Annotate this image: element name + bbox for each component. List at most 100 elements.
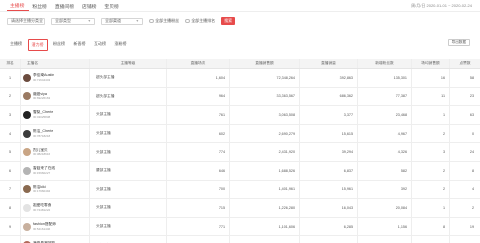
type-select[interactable]: 全部类型 ▼ xyxy=(51,17,95,25)
volume-cell: 15,961 xyxy=(300,180,358,199)
rank-cell: 3 xyxy=(0,106,21,124)
volume-cell: 6,837 xyxy=(300,161,358,180)
table-row[interactable]: 5 烈儿宝贝 ID:38218616 头部主播 774 2,431,920 39,294 4,… xyxy=(0,143,480,162)
sales-cell: 1,226,280 xyxy=(230,199,300,217)
anchor-info: 李佳琦Austin ID:71644443 xyxy=(33,73,54,82)
subtab-fans-growth[interactable]: 涨粉榜 xyxy=(112,39,130,51)
search-button[interactable]: 搜索 xyxy=(221,17,236,25)
nav-tab-anchor-rank[interactable]: 主播榜 xyxy=(7,2,30,11)
table-row[interactable]: 3 雪梨_Cherie ID:43025838 头部主播 761 3,063,508 3,3… xyxy=(0,106,480,125)
sessions-cell: 646 xyxy=(167,161,230,180)
avatar[interactable] xyxy=(23,148,31,157)
anchor-cell[interactable]: 满晶晶潮范购ID:23678381 xyxy=(21,236,90,243)
avatar[interactable] xyxy=(23,92,31,101)
category-select-value: 请选择主播分类 xyxy=(11,18,39,23)
sessions-cell: 964 xyxy=(167,87,230,106)
subtab-interaction[interactable]: 互动榜 xyxy=(91,39,109,51)
sessions-cell: 771 xyxy=(167,217,230,236)
avatar[interactable] xyxy=(23,110,31,119)
likes-cell: 24 xyxy=(469,150,474,155)
col-header-sales[interactable]: 直播销售额 xyxy=(230,59,300,68)
nav-tab-fans-rank[interactable]: 粉丝榜 xyxy=(29,3,51,12)
volume-cell: 15,615 xyxy=(300,124,358,143)
anchor-cell[interactable]: fashion搭配师 ID:54161446 xyxy=(21,217,90,236)
avatar[interactable] xyxy=(23,73,31,82)
col-header-avg-sales[interactable]: 场均销售额 xyxy=(412,59,450,68)
subtab-anchor[interactable]: 主播榜 xyxy=(7,39,25,51)
sessions-cell: 761 xyxy=(167,106,230,124)
col-header-likes[interactable]: 点赞数 xyxy=(450,59,480,68)
anchor-cell[interactable]: 李佳琦Austin ID:71644443 xyxy=(21,69,90,87)
subtab-potential[interactable]: 潜力榜 xyxy=(27,39,48,51)
table-header: 排名 主播名 主播等级 直播场次 直播销售额 直播销量 新增粉丝数 场均销售额 … xyxy=(0,59,480,69)
nav-tab-live-room-rank[interactable]: 直播间榜 xyxy=(52,3,79,12)
category-select[interactable]: 请选择主播分类 全 xyxy=(7,17,45,25)
level-cell: 头部主播 xyxy=(90,236,167,243)
anchor-id: ID:43025838 xyxy=(33,114,51,119)
anchor-info: 香菇来了在线 ID:15960227 xyxy=(33,166,55,175)
avatar[interactable] xyxy=(23,185,31,194)
nav-tab-shop-rank[interactable]: 店铺榜 xyxy=(79,3,101,12)
avg-sales-cell: 1 xyxy=(412,236,450,243)
col-header-new-fans[interactable]: 新增粉丝数 xyxy=(358,59,412,68)
channel-select[interactable]: 全部渠道 ▼ xyxy=(101,17,143,25)
table-row[interactable]: 8 祖爱吃零食 ID:74481222 头部主播 715 1,226,280 16,043 2… xyxy=(0,199,480,218)
anchor-cell[interactable]: 烈儿宝贝 ID:38218616 xyxy=(21,143,90,161)
radio-all-rank[interactable]: 全部主播排名 xyxy=(185,18,215,24)
sales-cell: 1,101,606 xyxy=(230,217,300,236)
table-row[interactable]: 4 陈洁_Cherie ID:78718218 头部主播 602 2,690,279 15,… xyxy=(0,124,480,144)
sessions-cell: 715 xyxy=(167,199,230,217)
subtab-fans[interactable]: 粉丝榜 xyxy=(50,39,68,51)
date-range[interactable]: 周/月/日 2020-01-01 ~ 2020-02-24 xyxy=(411,3,472,9)
new-fans-cell: 1,156 xyxy=(358,217,412,236)
table-row[interactable]: 6 香菇来了在线 ID:15960227 腰部主播 646 1,688,526 6,837 5… xyxy=(0,161,480,181)
likes-cell: 0 xyxy=(471,131,474,136)
table-row[interactable]: 9 fashion搭配师 ID:54161446 头部主播 771 1,101,606 6,… xyxy=(0,217,480,237)
anchor-cell[interactable]: 陈洁kiki ID:17960494 xyxy=(21,180,90,199)
avatar[interactable] xyxy=(23,222,31,231)
rank-cell: 5 xyxy=(0,143,21,161)
sales-cell: 1,401,961 xyxy=(230,180,300,199)
anchor-cell[interactable]: 薇娅viya ID:69226163 xyxy=(21,87,90,106)
level-cell: 头部主播 xyxy=(90,180,167,199)
avg-sales-cell: 1 xyxy=(412,106,450,124)
anchor-cell[interactable]: 雪梨_Cherie ID:43025838 xyxy=(21,106,90,124)
sub-tabs: 主播榜 潜力榜 粉丝榜 新晋榜 互动榜 涨粉榜 xyxy=(7,39,132,51)
subtab-new[interactable]: 新晋榜 xyxy=(71,39,89,51)
channel-select-value: 全部渠道 xyxy=(105,18,121,23)
nav-tab-product-rank[interactable]: 宝贝榜 xyxy=(101,3,123,12)
likes-cell: 58 xyxy=(469,75,474,80)
sessions-cell: 700 xyxy=(167,180,230,199)
table-row[interactable]: 7 陈洁kiki ID:17960494 头部主播 700 1,401,961 15,961… xyxy=(0,180,480,200)
table-row[interactable]: 2 薇娅viya ID:69226163 超头部主播 964 33,363,567 686,… xyxy=(0,87,480,107)
col-header-volume[interactable]: 直播销量 xyxy=(300,59,358,68)
rank-cell: 7 xyxy=(0,180,21,199)
col-header-rank[interactable]: 排名 xyxy=(0,59,21,68)
level-cell: 头部主播 xyxy=(90,124,167,143)
rank-cell: 9 xyxy=(0,217,21,236)
anchor-cell[interactable]: 香菇来了在线 ID:15960227 xyxy=(21,161,90,180)
avg-sales-cell: 8 xyxy=(412,217,450,236)
avatar[interactable] xyxy=(23,203,31,212)
col-header-level[interactable]: 主播等级 xyxy=(90,59,167,68)
col-header-sessions[interactable]: 直播场次 xyxy=(167,59,230,68)
radio-circle-icon xyxy=(185,18,190,24)
level-cell: 头部主播 xyxy=(90,217,167,236)
radio-all-fans[interactable]: 全部主播粉丝 xyxy=(149,18,179,24)
rank-table: 排名 主播名 主播等级 直播场次 直播销售额 直播销量 新增粉丝数 场均销售额 … xyxy=(0,59,480,243)
anchor-info: 陈洁kiki ID:17960494 xyxy=(33,185,50,194)
anchor-cell[interactable]: 陈洁_Cherie ID:78718218 xyxy=(21,124,90,143)
table-row[interactable]: 1 李佳琦Austin ID:71644443 超头部主播 1,604 72,348,26… xyxy=(0,69,480,88)
avatar[interactable] xyxy=(23,166,31,175)
avatar[interactable] xyxy=(23,129,31,138)
likes-cell: 19 xyxy=(469,224,474,229)
likes-cell: 1 xyxy=(450,236,480,243)
anchor-id: ID:17960494 xyxy=(33,189,51,194)
sales-cell: 3,063,508 xyxy=(230,106,300,124)
anchor-cell[interactable]: 祖爱吃零食 ID:74481222 xyxy=(21,199,90,217)
table-row[interactable]: 10满晶晶潮范购ID:23678381头部主播702988,33520,6105… xyxy=(0,236,480,243)
sessions-cell: 702 xyxy=(167,236,230,243)
avg-sales-cell: 2 xyxy=(412,180,450,199)
export-button[interactable]: 导出数据 xyxy=(447,39,470,46)
col-header-name[interactable]: 主播名 xyxy=(21,59,90,68)
